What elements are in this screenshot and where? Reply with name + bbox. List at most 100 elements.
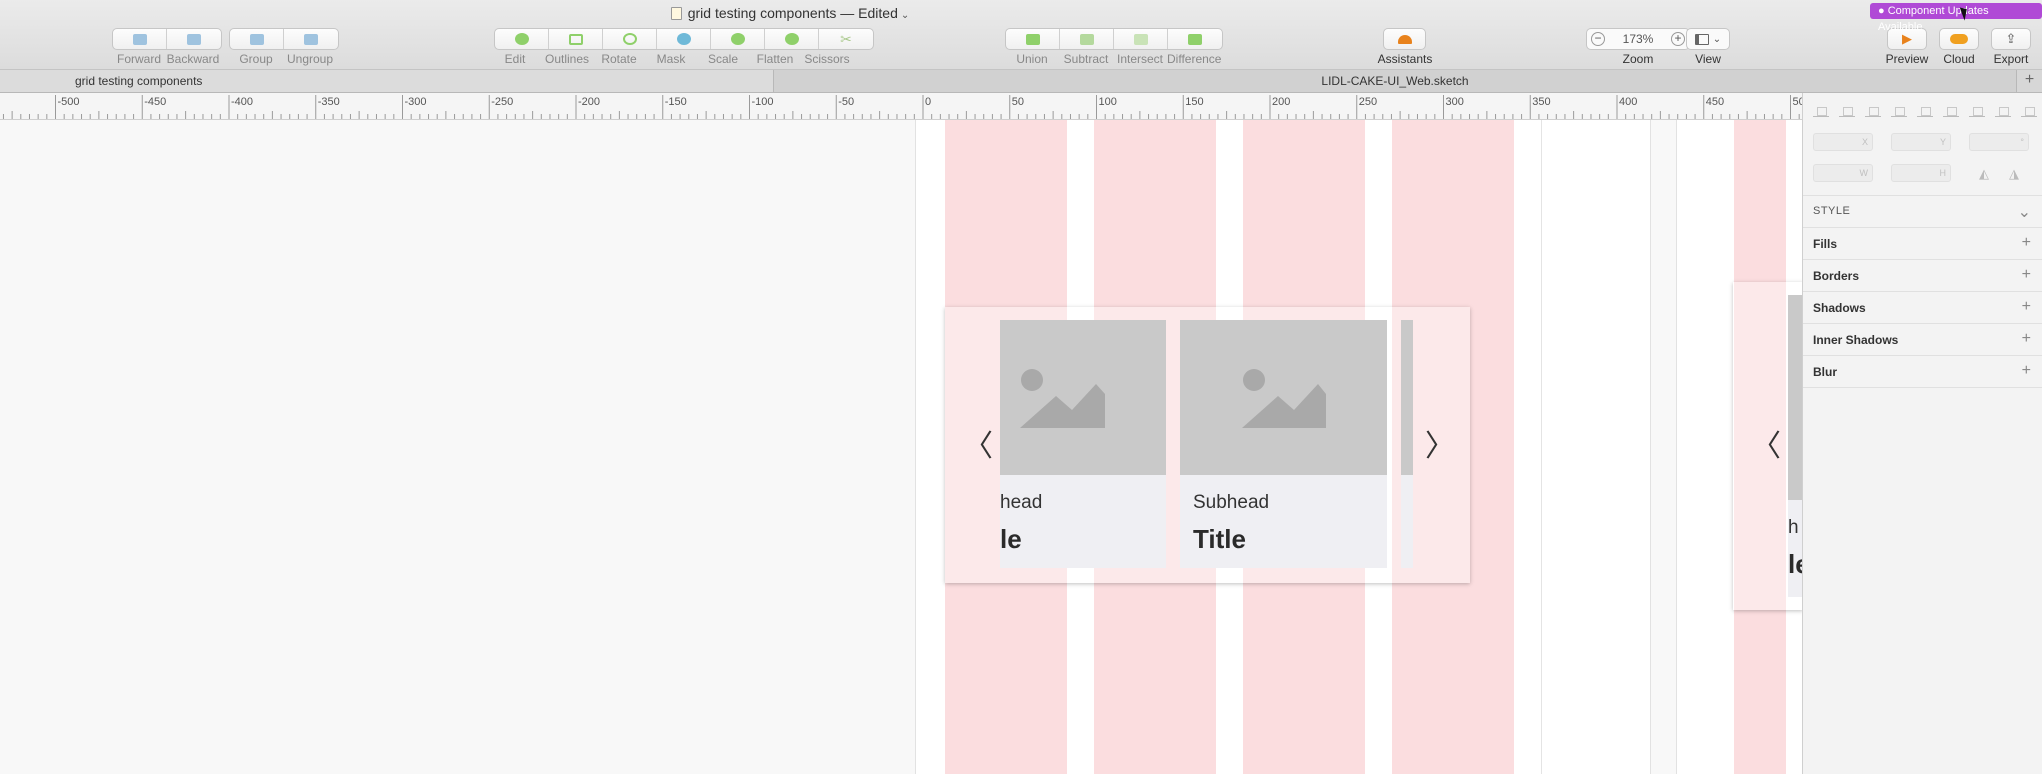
shadows-section[interactable]: Shadows +	[1803, 291, 2042, 323]
scale-button[interactable]	[711, 29, 765, 49]
edit-button[interactable]	[495, 29, 549, 49]
height-field[interactable]: H	[1891, 164, 1951, 182]
subtract-button[interactable]	[1060, 29, 1114, 49]
carousel-card[interactable]: head le	[1000, 320, 1166, 568]
union-button[interactable]	[1006, 29, 1060, 49]
assistants-label: Assistants	[1377, 52, 1433, 66]
borders-section[interactable]: Borders +	[1803, 259, 2042, 291]
card-subhead: h	[1788, 517, 1799, 538]
export-label: Export	[1993, 52, 2029, 66]
horizontal-ruler[interactable]: -500 -450 -400 -350 -300 -250 -200 -150 -100 -50 0…	[0, 93, 1802, 120]
zoom-in-button[interactable]: +	[1670, 32, 1685, 46]
mask-label: Mask	[656, 52, 686, 66]
component-updates-badge[interactable]: ● Component Updates Available	[1870, 3, 2042, 33]
view-chevron-down-icon: ⌄	[1712, 33, 1722, 45]
cloud-icon	[1950, 34, 1968, 44]
group-button[interactable]	[230, 29, 284, 49]
ungroup-button[interactable]	[284, 29, 338, 49]
width-field[interactable]: W	[1813, 164, 1873, 182]
ruler-label: 150	[1185, 96, 1204, 108]
add-fill-icon[interactable]: +	[2022, 234, 2031, 252]
card-subhead: Subhead	[1193, 492, 1270, 513]
fills-section[interactable]: Fills +	[1803, 227, 2042, 259]
carousel-card[interactable]: Subhead Title	[1180, 320, 1387, 568]
cloud-label: Cloud	[1943, 52, 1975, 66]
forward-icon	[132, 33, 147, 45]
carousel-prev-arrow-icon[interactable]: 〈	[1751, 421, 1781, 465]
backward-label: Backward	[166, 52, 220, 66]
add-border-icon[interactable]: +	[2022, 266, 2031, 284]
carousel-next-arrow-icon[interactable]: 〉	[1425, 421, 1455, 465]
rotate-label: Rotate	[601, 52, 637, 66]
intersect-label: Intersect	[1116, 52, 1164, 66]
outlines-button[interactable]	[549, 29, 603, 49]
add-blur-icon[interactable]: +	[2022, 362, 2031, 380]
scissors-button[interactable]: ✂	[819, 29, 873, 49]
blur-section[interactable]: Blur +	[1803, 355, 2042, 387]
align-left-icon[interactable]	[1891, 105, 1907, 117]
carousel-component[interactable]: head le Subhead Title 〈 〉	[945, 307, 1470, 583]
intersect-button[interactable]	[1114, 29, 1168, 49]
edit-icon	[514, 33, 529, 45]
align-bottom-icon[interactable]	[2021, 105, 2037, 117]
assistants-button[interactable]	[1383, 28, 1426, 50]
y-field[interactable]: Y	[1891, 133, 1951, 151]
tab-lidl-cake-ui-web[interactable]: LIDL-CAKE-UI_Web.sketch	[773, 70, 2016, 92]
rotate-button[interactable]	[603, 29, 657, 49]
edit-button-group: ✂	[494, 28, 874, 50]
ruler-label: -300	[404, 96, 427, 108]
canvas[interactable]: head le Subhead Title 〈 〉 h le 〈	[0, 120, 1802, 774]
ruler-label: 0	[925, 96, 932, 108]
align-top-icon[interactable]	[1969, 105, 1985, 117]
view-button[interactable]: ⌄	[1686, 28, 1730, 50]
tab-grid-testing-components[interactable]: grid testing components	[0, 70, 773, 92]
tidy-icon[interactable]	[1865, 105, 1881, 117]
boolean-labels: Union Subtract Intersect Difference	[1005, 52, 1221, 66]
image-placeholder	[1788, 295, 1802, 500]
carousel-prev-arrow-icon[interactable]: 〈	[963, 421, 993, 465]
ruler-label: 400	[1619, 96, 1638, 108]
preview-label: Preview	[1885, 52, 1929, 66]
flip-horizontal-icon[interactable]: ◭	[1979, 166, 1989, 182]
add-inner-shadow-icon[interactable]: +	[2022, 330, 2031, 348]
layout-icon	[1694, 33, 1709, 45]
view-label: View	[1695, 52, 1721, 66]
difference-icon	[1188, 33, 1202, 45]
flip-vertical-icon[interactable]: ◮	[2009, 166, 2019, 182]
add-shadow-icon[interactable]: +	[2022, 298, 2031, 316]
ruler-label: 250	[1358, 96, 1378, 108]
carousel-card-partial[interactable]: h le	[1788, 295, 1802, 597]
mask-button[interactable]	[657, 29, 711, 49]
difference-button[interactable]	[1168, 29, 1222, 49]
ruler-label: -200	[578, 96, 601, 108]
cloud-button[interactable]	[1939, 28, 1979, 50]
carousel-card-partial[interactable]	[1401, 320, 1413, 568]
image-placeholder-icon	[1242, 369, 1326, 428]
carousel-component-partial[interactable]: h le 〈	[1733, 282, 1802, 610]
inner-shadows-section[interactable]: Inner Shadows +	[1803, 323, 2042, 355]
align-right-icon[interactable]	[1943, 105, 1959, 117]
image-placeholder	[1000, 320, 1166, 475]
new-tab-button[interactable]: +	[2016, 70, 2042, 92]
ruler-label: 50	[1792, 96, 1803, 108]
forward-button[interactable]	[113, 29, 167, 49]
distribute-vertical-icon[interactable]	[1839, 105, 1855, 117]
flatten-button[interactable]	[765, 29, 819, 49]
ungroup-icon	[304, 33, 318, 45]
card-title: le	[1788, 549, 1802, 579]
ruler-label: -50	[838, 96, 855, 108]
card-title: le	[1000, 524, 1022, 554]
distribute-horizontal-icon[interactable]	[1813, 105, 1829, 117]
rotation-field[interactable]: °	[1969, 133, 2029, 151]
union-label: Union	[1016, 52, 1048, 66]
title-menu-caret-icon[interactable]: ⌄	[901, 10, 909, 21]
export-button[interactable]: ⇪	[1991, 28, 2031, 50]
ruler-label: 450	[1705, 96, 1725, 108]
x-field[interactable]: X	[1813, 133, 1873, 151]
backward-button[interactable]	[167, 29, 221, 49]
align-middle-icon[interactable]	[1995, 105, 2011, 117]
style-chevron-down-icon[interactable]: ⌄	[2018, 202, 2031, 222]
style-header[interactable]: STYLE ⌄	[1803, 195, 2042, 227]
zoom-out-button[interactable]: −	[1591, 32, 1605, 46]
align-center-icon[interactable]	[1917, 105, 1933, 117]
